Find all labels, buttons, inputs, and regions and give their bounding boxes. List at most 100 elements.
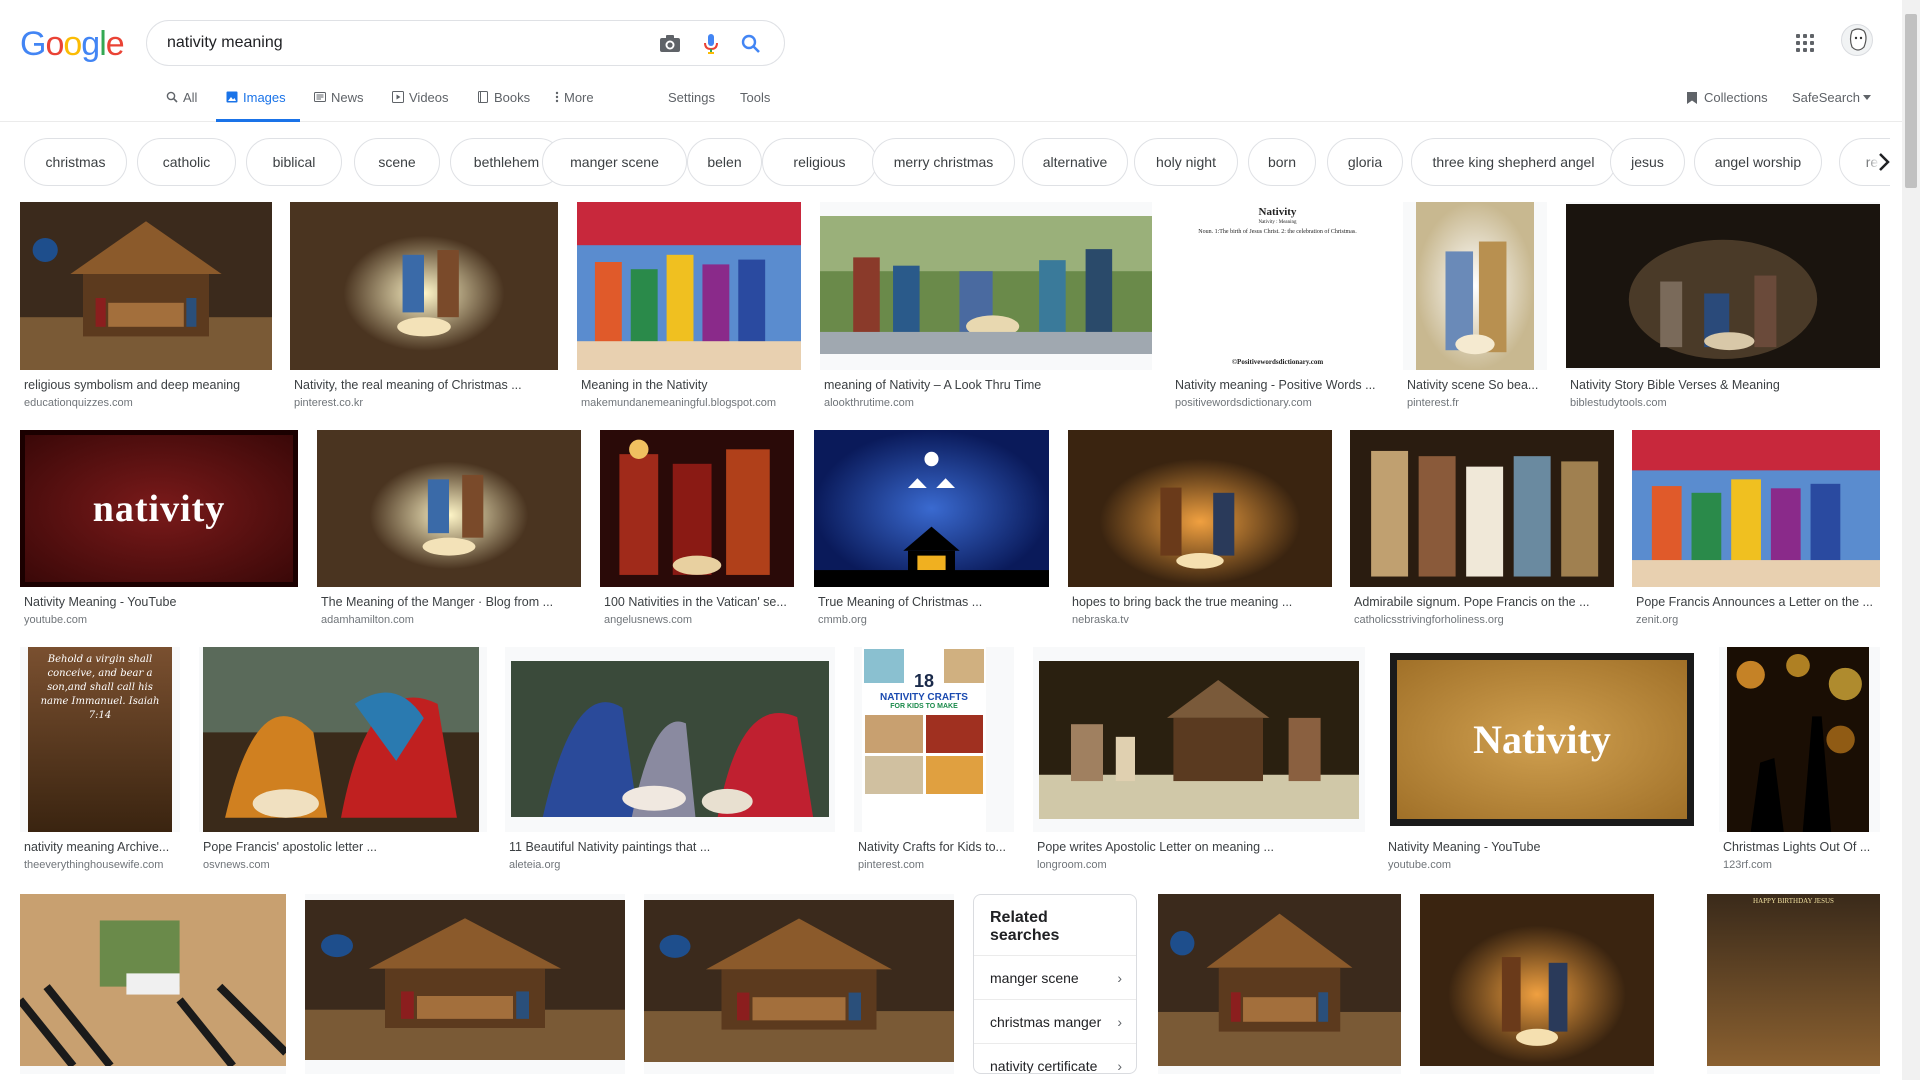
tab-more[interactable]: More [555, 90, 594, 122]
result-thumbnail[interactable] [1039, 661, 1359, 819]
image-result[interactable] [644, 894, 954, 1080]
result-title[interactable]: Nativity Crafts for Kids to... [858, 840, 1010, 854]
chip-0[interactable]: christmas [24, 138, 127, 186]
tab-all[interactable]: All [166, 90, 197, 122]
result-thumbnail[interactable] [1632, 430, 1880, 587]
chip-2[interactable]: biblical [246, 138, 342, 186]
result-source[interactable]: angelusnews.com [604, 614, 790, 626]
result-source[interactable]: aleteia.org [509, 859, 831, 871]
result-source[interactable]: cmmb.org [818, 614, 1045, 626]
chip-7[interactable]: religious [762, 138, 877, 186]
tab-videos[interactable]: Videos [392, 90, 449, 122]
chip-14[interactable]: jesus [1610, 138, 1685, 186]
result-title[interactable]: nativity meaning Archive... [24, 840, 176, 854]
image-result[interactable]: HAPPY BIRTHDAY JESUS [1707, 894, 1880, 1080]
result-thumbnail[interactable] [290, 202, 558, 370]
result-thumbnail[interactable] [814, 430, 1049, 587]
chip-9[interactable]: alternative [1022, 138, 1128, 186]
image-result[interactable]: 18 NATIVITY CRAFTS FOR KIDS TO MAKE Nati… [854, 647, 1014, 886]
result-thumbnail[interactable] [644, 900, 954, 1062]
safesearch-dropdown[interactable]: SafeSearch [1792, 90, 1871, 105]
result-thumbnail[interactable] [20, 202, 272, 370]
result-source[interactable]: youtube.com [24, 614, 294, 626]
image-result[interactable]: 100 Nativities in the Vatican' se... ange… [600, 430, 794, 641]
related-search-item[interactable]: christmas manger › [974, 1000, 1136, 1044]
image-result[interactable] [305, 894, 625, 1080]
result-source[interactable]: pinterest.co.kr [294, 397, 554, 409]
chip-15[interactable]: angel worship [1694, 138, 1822, 186]
image-result[interactable]: religious symbolism and deep meaning educ… [20, 202, 272, 424]
result-source[interactable]: 123rf.com [1723, 859, 1876, 871]
chip-6[interactable]: belen [687, 138, 762, 186]
image-result[interactable]: True Meaning of Christmas ... cmmb.org [814, 430, 1049, 641]
result-thumbnail[interactable] [820, 216, 1152, 354]
scrollbar-thumb[interactable] [1905, 14, 1917, 188]
result-source[interactable]: longroom.com [1037, 859, 1361, 871]
result-thumbnail[interactable] [305, 900, 625, 1060]
result-thumbnail[interactable] [1727, 647, 1869, 832]
google-logo[interactable]: Google [20, 24, 125, 64]
chip-12[interactable]: gloria [1327, 138, 1403, 186]
result-source[interactable]: biblestudytools.com [1570, 397, 1876, 409]
result-source[interactable]: pinterest.fr [1407, 397, 1543, 409]
image-result[interactable]: Pope Francis' apostolic letter ... osvnew… [199, 647, 487, 886]
result-thumbnail[interactable] [511, 661, 829, 817]
image-result[interactable]: Admirabile signum. Pope Francis on the .… [1350, 430, 1614, 641]
image-result[interactable] [1158, 894, 1401, 1080]
result-thumbnail[interactable]: Nativity [1384, 647, 1700, 832]
related-search-item[interactable]: nativity certificate › [974, 1044, 1136, 1074]
result-title[interactable]: True Meaning of Christmas ... [818, 595, 1045, 609]
result-title[interactable]: Nativity Meaning - YouTube [1388, 840, 1696, 854]
result-source[interactable]: catholicsstrivingforholiness.org [1354, 614, 1610, 626]
image-result[interactable]: 11 Beautiful Nativity paintings that ...… [505, 647, 835, 886]
result-title[interactable]: Nativity, the real meaning of Christmas … [294, 378, 554, 392]
result-thumbnail[interactable] [577, 202, 801, 370]
result-title[interactable]: Nativity Meaning - YouTube [24, 595, 294, 609]
tab-books[interactable]: Books [477, 90, 530, 122]
image-result[interactable]: Nativity Nativity Meaning - YouTube youtub… [1384, 647, 1700, 886]
image-result[interactable]: Behold a virgin shall conceive, and bear… [20, 647, 180, 886]
chips-next-button[interactable] [1862, 140, 1906, 184]
result-thumbnail[interactable] [1416, 202, 1534, 370]
result-source[interactable]: youtube.com [1388, 859, 1696, 871]
collections-link[interactable]: Collections [1686, 90, 1768, 105]
result-title[interactable]: 11 Beautiful Nativity paintings that ... [509, 840, 831, 854]
result-source[interactable]: theeverythinghousewife.com [24, 859, 176, 871]
image-result[interactable]: Pope writes Apostolic Letter on meaning … [1033, 647, 1365, 886]
result-thumbnail[interactable]: Behold a virgin shall conceive, and bear… [28, 647, 172, 832]
result-source[interactable]: zenit.org [1636, 614, 1876, 626]
result-title[interactable]: religious symbolism and deep meaning [24, 378, 268, 392]
settings-link[interactable]: Settings [668, 90, 715, 105]
tools-link[interactable]: Tools [740, 90, 770, 105]
result-title[interactable]: Nativity Story Bible Verses & Meaning [1570, 378, 1876, 392]
image-result[interactable]: Nativity, the real meaning of Christmas … [290, 202, 558, 424]
result-title[interactable]: Meaning in the Nativity [581, 378, 797, 392]
chip-10[interactable]: holy night [1134, 138, 1238, 186]
result-source[interactable]: nebraska.tv [1072, 614, 1328, 626]
chip-5[interactable]: manger scene [542, 138, 687, 186]
result-thumbnail[interactable] [20, 894, 286, 1066]
chip-3[interactable]: scene [354, 138, 440, 186]
camera-icon[interactable] [657, 31, 683, 57]
result-title[interactable]: Nativity meaning - Positive Words ... [1175, 378, 1380, 392]
image-result[interactable]: Christmas Lights Out Of ... 123rf.com [1719, 647, 1880, 886]
image-result[interactable]: meaning of Nativity – A Look Thru Time al… [820, 202, 1152, 424]
tab-images[interactable]: Images [216, 90, 300, 122]
result-thumbnail[interactable] [1068, 430, 1332, 587]
result-title[interactable]: The Meaning of the Manger · Blog from ..… [321, 595, 577, 609]
result-thumbnail[interactable] [1350, 430, 1614, 587]
result-source[interactable]: makemundanemeaningful.blogspot.com [581, 397, 797, 409]
result-thumbnail[interactable] [1420, 894, 1654, 1066]
image-result[interactable]: Nativity Story Bible Verses & Meaning bib… [1566, 202, 1880, 424]
image-result[interactable] [20, 894, 286, 1080]
result-thumbnail[interactable] [1158, 894, 1401, 1066]
result-title[interactable]: Pope Francis' apostolic letter ... [203, 840, 483, 854]
microphone-icon[interactable] [698, 31, 724, 57]
result-title[interactable]: Pope writes Apostolic Letter on meaning … [1037, 840, 1361, 854]
result-title[interactable]: 100 Nativities in the Vatican' se... [604, 595, 790, 609]
result-thumbnail[interactable]: HAPPY BIRTHDAY JESUS [1707, 894, 1880, 1066]
image-result[interactable] [1420, 894, 1654, 1080]
result-source[interactable]: osvnews.com [203, 859, 483, 871]
result-thumbnail[interactable] [317, 430, 581, 587]
result-title[interactable]: Admirabile signum. Pope Francis on the .… [1354, 595, 1610, 609]
